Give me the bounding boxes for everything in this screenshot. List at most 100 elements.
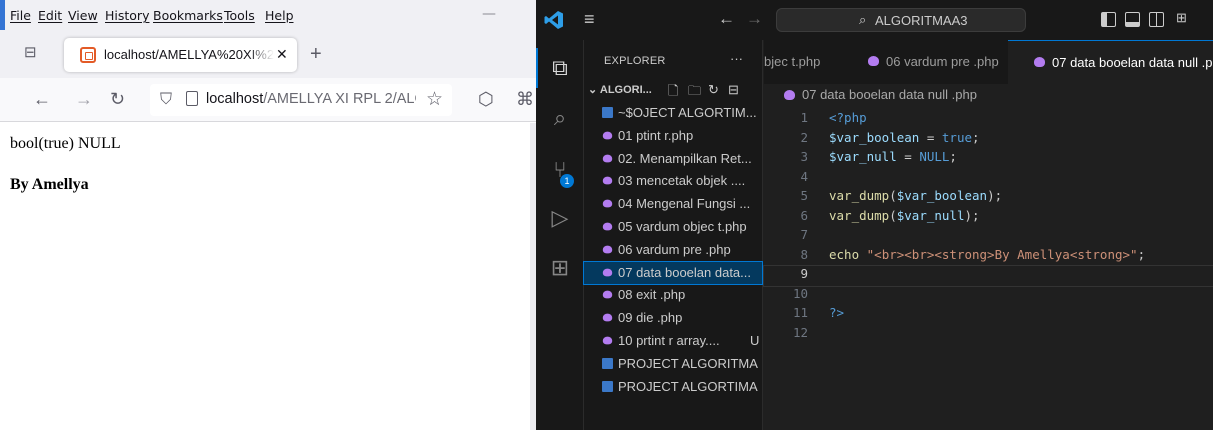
line-number: 1 [800, 110, 808, 125]
line-number: 5 [800, 188, 808, 203]
menu-view[interactable]: View [68, 8, 98, 23]
php-file-icon [784, 90, 795, 100]
php-file-icon [602, 268, 613, 276]
tracking-shield-icon[interactable]: ⛉ [160, 91, 172, 109]
file-item[interactable]: 08 exit .php [584, 284, 762, 306]
pocket-icon[interactable]: ⬡ [478, 88, 494, 110]
file-name: 03 mencetak objek .... [618, 173, 746, 189]
file-name: 07 data booelan data... [618, 264, 752, 280]
file-item[interactable]: 10 prtint r array.... U [584, 330, 762, 352]
code-text: var_dump($var_boolean); [829, 188, 1003, 203]
php-file-icon [602, 199, 613, 208]
line-number: 8 [800, 246, 808, 262]
refresh-icon[interactable]: ↻ [708, 82, 719, 98]
editor-tab-label: 07 data booelan data null .php [1052, 55, 1213, 70]
menu-tools[interactable]: Tools [224, 8, 255, 23]
browser-tab[interactable]: localhost/AMELLYA%20XI%20RPL 2/ALGORITMA… [64, 38, 297, 72]
file-name: 09 die .php [618, 310, 683, 326]
file-item[interactable]: 03 mencetak objek .... [584, 170, 762, 192]
explorer-icon[interactable]: ⧉ [548, 56, 572, 80]
file-name: 01 ptint r.php [618, 127, 694, 143]
customize-layout-icon[interactable]: ⊞ [1176, 10, 1187, 26]
hamburger-menu-icon[interactable]: ≡ [584, 9, 595, 30]
navigation-bar: ← → ↻ ⛉ localhost/AMELLYA XI RPL 2/ALGOR… [0, 78, 536, 122]
file-name: PROJECT ALGORITMA... [618, 355, 758, 371]
workspace-folder[interactable]: ⌄ ALGORI... [588, 83, 652, 96]
php-file-icon [602, 313, 613, 322]
file-item[interactable]: 05 vardum objec t.php [584, 216, 762, 238]
menu-edit[interactable]: Edit [38, 8, 62, 23]
search-icon: ⌕ [859, 12, 867, 27]
url-text[interactable]: localhost/AMELLYA XI RPL 2/ALGORITMAA3 [206, 91, 416, 107]
nav-back-icon[interactable]: ← [718, 9, 735, 29]
code-line: 1 <?php [764, 110, 1213, 130]
php-file-icon [602, 336, 613, 345]
window-edge [0, 0, 5, 30]
editor-tab-05[interactable]: bjec t.php [764, 40, 832, 84]
menu-help[interactable]: Help [265, 8, 294, 23]
php-file-icon [602, 154, 613, 162]
word-doc-icon [602, 107, 613, 118]
line-number: 7 [800, 227, 808, 242]
code-line: 5 var_dump($var_boolean); [764, 188, 1213, 208]
new-tab-button[interactable]: + [310, 44, 322, 64]
menu-file[interactable]: File [10, 8, 31, 23]
forward-icon[interactable]: → [75, 88, 93, 110]
php-file-icon [868, 56, 879, 66]
minimize-icon[interactable]: — [482, 6, 496, 22]
toggle-panel-icon[interactable] [1125, 12, 1140, 27]
toggle-secondary-sidebar-icon[interactable] [1149, 12, 1164, 27]
file-name: ~$OJECT ALGORTIM... [618, 105, 757, 120]
page-info-icon[interactable] [186, 91, 198, 106]
line-number: 3 [800, 149, 808, 164]
editor-tab-06[interactable]: 06 vardum pre .php [840, 40, 1000, 84]
extensions-icon[interactable]: ⌘ [516, 88, 534, 110]
command-search-box[interactable]: ⌕ ALGORITMAA3 [776, 8, 1026, 32]
back-icon[interactable]: ← [33, 88, 51, 110]
file-item[interactable]: ~$OJECT ALGORTIM... [584, 102, 762, 124]
tab-close-icon[interactable]: ✕ [276, 46, 288, 63]
nav-forward-icon[interactable]: → [746, 9, 763, 29]
tab-title: localhost/AMELLYA%20XI%20RPL 2/ALGORITMA… [104, 47, 274, 62]
code-line: 7 [764, 227, 1213, 247]
line-number: 11 [792, 305, 808, 320]
file-item[interactable]: 09 die .php [584, 307, 762, 329]
folder-name: ALGORI... [599, 84, 652, 96]
breadcrumb[interactable]: 07 data booelan data null .php [764, 84, 1213, 106]
file-item[interactable]: 06 vardum pre .php [584, 239, 762, 261]
collapse-all-icon[interactable]: ⊟ [728, 82, 739, 98]
file-item[interactable]: 02. Menampilkan Ret... [584, 148, 762, 170]
code-editor[interactable]: 1 <?php 2 $var_boolean = true; 3 $var_null = … [763, 106, 1213, 430]
reload-icon[interactable]: ↻ [110, 88, 125, 110]
new-folder-icon[interactable]: 🗀 [688, 82, 701, 104]
file-item[interactable]: 04 Mengenal Fungsi ... [584, 193, 762, 215]
line-number: 9 [800, 266, 808, 281]
search-view-icon[interactable]: ⌕ [548, 106, 572, 130]
vscode-logo-icon [544, 11, 563, 29]
file-name: 10 prtint r array.... [618, 333, 720, 348]
toggle-sidebar-icon[interactable] [1101, 12, 1116, 27]
menu-history[interactable]: History [105, 8, 149, 23]
file-item[interactable]: PROJECT ALGORTIMA... [584, 376, 762, 398]
vscode-title-bar: ≡ ← → ⌕ ALGORITMAA3 ⊞ [536, 0, 1213, 40]
url-bar[interactable]: ⛉ localhost/AMELLYA XI RPL 2/ALGORITMAA3… [150, 84, 452, 116]
xampp-favicon-icon [80, 47, 96, 63]
explorer-more-icon[interactable]: ··· [730, 51, 743, 66]
menu-bookmarks[interactable]: Bookmarks [153, 8, 223, 23]
file-item[interactable]: PROJECT ALGORITMA... [584, 353, 762, 375]
file-item[interactable]: 07 data booelan data... [583, 260, 763, 285]
run-debug-icon[interactable]: ▷ [548, 206, 572, 230]
php-file-icon [602, 222, 613, 231]
file-item[interactable]: 01 ptint r.php [584, 125, 762, 147]
editor-group: bjec t.php 06 vardum pre .php 07 data bo… [763, 40, 1213, 430]
code-line: 9 [763, 265, 1213, 287]
url-host: localhost [206, 91, 264, 107]
extensions-view-icon[interactable]: ⊞ [548, 256, 572, 280]
vscode-window: ≡ ← → ⌕ ALGORITMAA3 ⊞ ⧉ ⌕ ⑂ 1 ▷ ⊞ EXPLOR… [536, 0, 1213, 430]
new-file-icon[interactable]: 🗋 [668, 82, 678, 104]
editor-tab-07-active[interactable]: 07 data booelan data null .php [1008, 40, 1213, 84]
line-number: 6 [800, 207, 808, 223]
author-text: By Amellya [10, 176, 89, 193]
bookmark-star-icon[interactable]: ☆ [426, 88, 443, 111]
list-all-tabs-icon[interactable]: ⊟ [24, 45, 40, 61]
